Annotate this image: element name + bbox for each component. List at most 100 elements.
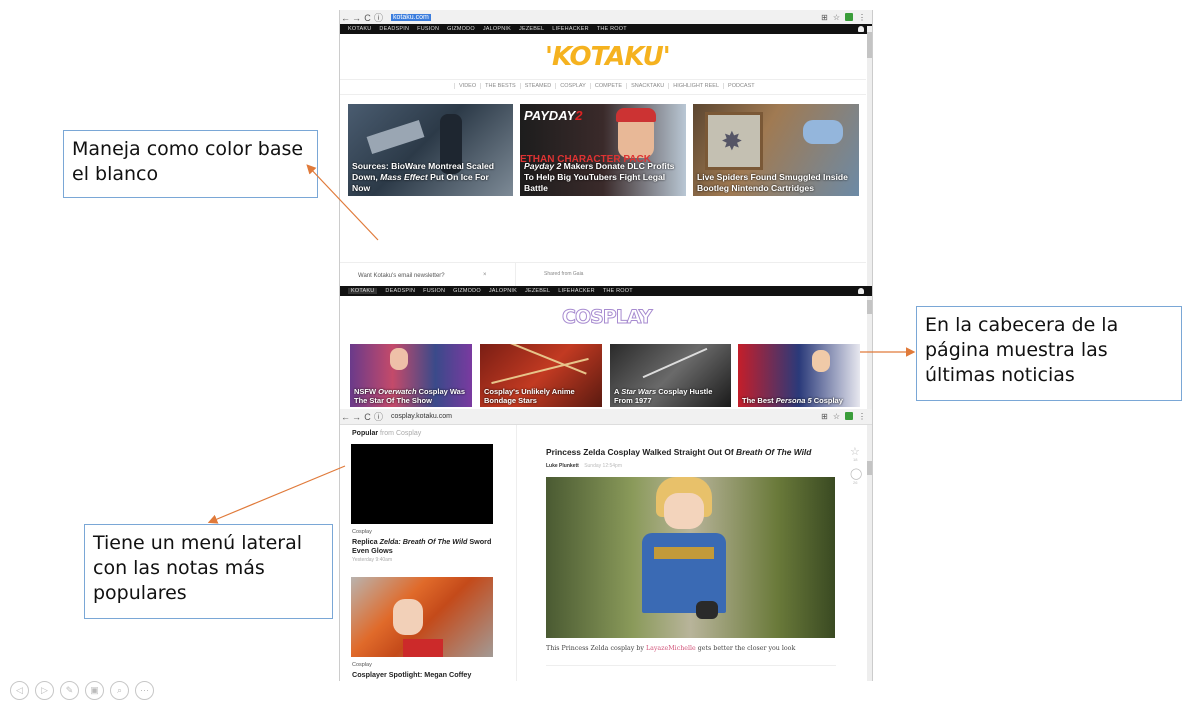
side-category[interactable]: Cosplay [352, 662, 372, 668]
network-item[interactable]: GIZMODO [453, 288, 481, 294]
network-item[interactable]: GIZMODO [447, 26, 475, 32]
pen-icon[interactable]: ✎ [60, 681, 79, 700]
card-caption: Payday 2 Makers Donate DLC Profits To He… [524, 161, 675, 193]
card-caption: Live Spiders Found Smuggled Inside Bootl… [697, 172, 848, 193]
network-item[interactable]: JALOPNIK [483, 26, 511, 32]
forward-icon[interactable]: → [351, 13, 362, 23]
comment-icon[interactable]: ◯ [850, 467, 862, 480]
cosplay-logo[interactable]: COSPLAY [561, 306, 652, 329]
close-icon[interactable]: × [483, 272, 487, 278]
menu-icon[interactable]: ⋮ [858, 13, 866, 22]
callout-side-menu: Tiene un menú lateral con las notas más … [84, 524, 333, 619]
section-item[interactable]: SNACKTAKU [626, 83, 668, 89]
story-card[interactable]: NSFW Overwatch Cosplay Was The Star Of T… [350, 344, 472, 407]
story-card[interactable]: Sources: BioWare Montreal Scaled Down, M… [348, 104, 513, 196]
section-item[interactable]: COMPETE [589, 83, 626, 89]
reload-icon[interactable]: C [362, 412, 373, 422]
network-item[interactable]: KOTAKU [348, 26, 371, 32]
scrollbar[interactable] [867, 26, 872, 286]
network-item[interactable]: KOTAKU [348, 288, 378, 294]
network-nav: KOTAKU DEADSPIN FUSION GIZMODO JALOPNIK … [340, 286, 872, 296]
story-card[interactable]: ✸ Live Spiders Found Smuggled Inside Boo… [693, 104, 859, 196]
section-item[interactable]: STEAMED [519, 83, 556, 89]
section-item[interactable]: HIGHLIGHT REEL [668, 83, 723, 89]
card-caption: Sources: BioWare Montreal Scaled Down, M… [352, 161, 494, 193]
kotaku-logo[interactable]: 'KOTAKU' [545, 42, 671, 72]
scrollbar[interactable] [867, 296, 872, 409]
article-body: This Princess Zelda cosplay by LayazeMic… [546, 645, 796, 652]
slides-icon[interactable]: ▣ [85, 681, 104, 700]
card-caption: A Star Wars Cosplay Hustle From 1977 [614, 387, 713, 405]
post-time: Sunday 12:54pm [584, 463, 622, 469]
network-item[interactable]: JEZEBEL [519, 26, 544, 32]
newsletter-prompt[interactable]: Want Kotaku's email newsletter? [358, 273, 445, 279]
section-item[interactable]: PODCAST [723, 83, 759, 89]
side-thumbnail[interactable] [351, 577, 493, 657]
next-icon[interactable]: ▷ [35, 681, 54, 700]
star-icon[interactable]: ☆ [833, 13, 840, 22]
arrow-line [207, 465, 346, 524]
address-bar[interactable]: kotaku.com [387, 12, 435, 23]
side-time: Yesterday 9:40am [352, 557, 393, 563]
side-thumbnail[interactable] [351, 444, 493, 524]
network-item[interactable]: FUSION [417, 26, 439, 32]
story-card[interactable]: Cosplay's Unlikely Anime Bondage Stars [480, 344, 602, 407]
section-nav: VIDEO THE BESTS STEAMED COSPLAY COMPETE … [454, 83, 759, 89]
user-icon[interactable] [858, 26, 864, 32]
zoom-icon[interactable]: ⌕ [110, 681, 129, 700]
slide-controls: ◁ ▷ ✎ ▣ ⌕ ⋯ [10, 681, 154, 700]
info-icon: ⓘ [373, 412, 383, 422]
previous-icon[interactable]: ◁ [10, 681, 29, 700]
section-item[interactable]: VIDEO [454, 83, 480, 89]
callout-white-base: Maneja como color base el blanco [63, 130, 318, 198]
menu-icon[interactable]: ⋮ [858, 412, 866, 421]
translate-icon[interactable]: ⊞ [821, 412, 828, 421]
network-nav: KOTAKU DEADSPIN FUSION GIZMODO JALOPNIK … [340, 24, 872, 34]
scrollbar[interactable] [867, 425, 872, 681]
section-item[interactable]: THE BESTS [480, 83, 520, 89]
info-icon: ⓘ [373, 13, 383, 23]
kotaku-screenshot: ← → C ⓘ kotaku.com ⊞ ☆ ⋮ KOTAKU DEADSPIN… [339, 10, 873, 286]
story-card[interactable]: A Star Wars Cosplay Hustle From 1977 [610, 344, 731, 407]
side-category[interactable]: Cosplay [352, 529, 372, 535]
reload-icon[interactable]: C [362, 13, 373, 23]
network-item[interactable]: THE ROOT [597, 26, 627, 32]
network-item[interactable]: FUSION [423, 288, 445, 294]
star-icon[interactable]: ☆ [833, 412, 840, 421]
shared-label: Shared from Gaia [544, 271, 584, 277]
back-icon[interactable]: ← [340, 13, 351, 23]
story-card[interactable]: PAYDAY2 ETHAN CHARACTER PACK Payday 2 Ma… [520, 104, 686, 196]
network-item[interactable]: JALOPNIK [489, 288, 517, 294]
cosplay-header-screenshot: KOTAKU DEADSPIN FUSION GIZMODO JALOPNIK … [339, 286, 873, 409]
extension-icon[interactable] [845, 13, 853, 21]
extension-icon[interactable] [845, 412, 853, 420]
side-title[interactable]: Cosplayer Spotlight: Megan Coffey [352, 670, 497, 679]
network-item[interactable]: JEZEBEL [525, 288, 550, 294]
network-item[interactable]: LIFEHACKER [552, 26, 589, 32]
popular-heading: Popular from Cosplay [352, 430, 422, 437]
author-link[interactable]: Luke Plunkett [546, 463, 579, 469]
network-item[interactable]: DEADSPIN [379, 26, 409, 32]
card-caption: Cosplay's Unlikely Anime Bondage Stars [484, 387, 575, 405]
forward-icon[interactable]: → [351, 412, 362, 422]
cosplayer-link[interactable]: LayazeMichelle [646, 645, 696, 652]
user-icon[interactable] [858, 288, 864, 294]
translate-icon[interactable]: ⊞ [821, 13, 828, 22]
article-byline: Luke Plunkett Sunday 12:54pm [546, 463, 622, 469]
network-item[interactable]: LIFEHACKER [558, 288, 595, 294]
card-caption: The Best Persona 5 Cosplay [742, 396, 843, 405]
section-item[interactable]: COSPLAY [555, 83, 590, 89]
story-card[interactable]: The Best Persona 5 Cosplay [738, 344, 860, 407]
address-bar[interactable]: cosplay.kotaku.com [387, 411, 456, 422]
more-icon[interactable]: ⋯ [135, 681, 154, 700]
callout-header-news: En la cabecera de la página muestra las … [916, 306, 1182, 401]
side-title[interactable]: Replica Zelda: Breath Of The Wild Sword … [352, 537, 497, 555]
browser-toolbar: ← → C ⓘ cosplay.kotaku.com ⊞ ☆ ⋮ [340, 409, 872, 425]
cosplay-article-screenshot: ← → C ⓘ cosplay.kotaku.com ⊞ ☆ ⋮ Popular… [339, 409, 873, 681]
network-item[interactable]: DEADSPIN [385, 288, 415, 294]
card-caption: NSFW Overwatch Cosplay Was The Star Of T… [354, 387, 466, 405]
back-icon[interactable]: ← [340, 412, 351, 422]
article-hero-image[interactable] [546, 477, 835, 638]
network-item[interactable]: THE ROOT [603, 288, 633, 294]
article-title[interactable]: Princess Zelda Cosplay Walked Straight O… [546, 447, 836, 458]
